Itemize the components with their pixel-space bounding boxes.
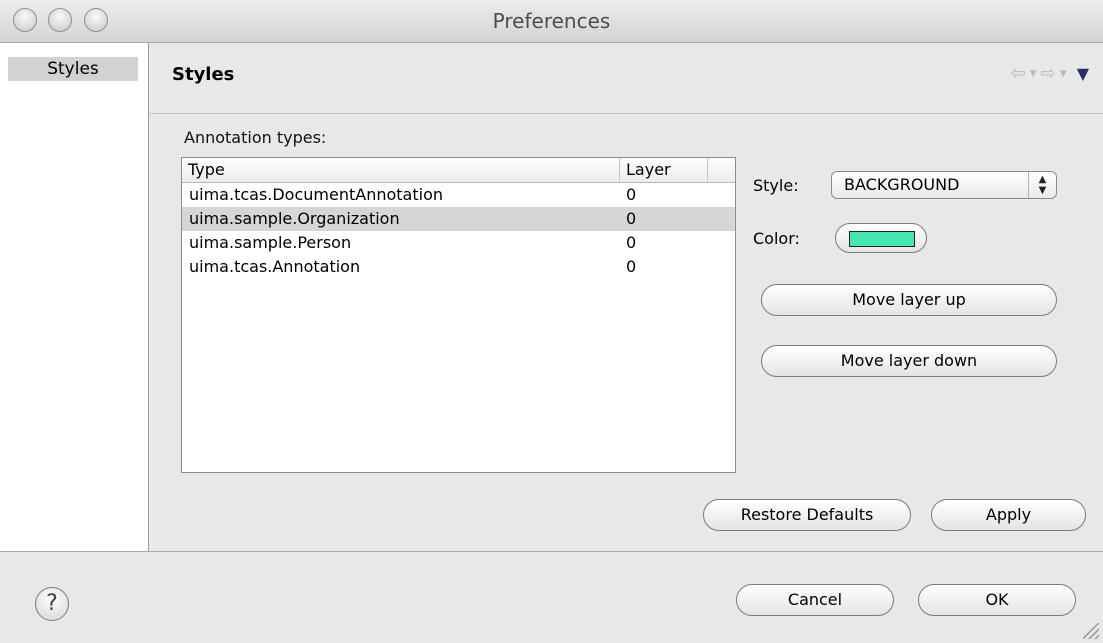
sidebar-item-styles[interactable]: Styles xyxy=(8,57,138,81)
back-arrow-icon[interactable]: ⇦ xyxy=(1011,63,1026,84)
move-layer-down-button[interactable]: Move layer down xyxy=(761,345,1057,377)
annotation-types-table[interactable]: Type Layer uima.tcas.DocumentAnnotation … xyxy=(181,157,736,473)
style-select-value: BACKGROUND xyxy=(844,175,960,194)
table-header: Type Layer xyxy=(182,158,735,183)
back-history-icon[interactable]: ▼ xyxy=(1030,69,1037,79)
apply-button[interactable]: Apply xyxy=(931,499,1086,531)
layer-cell: 0 xyxy=(626,233,637,252)
dialog-footer: ? Cancel OK xyxy=(0,552,1103,643)
select-updown-icon: ▲ ▼ xyxy=(1028,172,1056,198)
column-header-filler xyxy=(708,158,735,182)
layer-cell: 0 xyxy=(626,209,637,228)
type-cell: uima.tcas.Annotation xyxy=(189,257,361,276)
column-header-type[interactable]: Type xyxy=(182,158,620,182)
page-title: Styles xyxy=(172,64,235,85)
preferences-window: Preferences Styles Styles ⇦ ▼ ⇨ ▼ ▼ Anno… xyxy=(0,0,1103,643)
type-cell: uima.tcas.DocumentAnnotation xyxy=(189,185,443,204)
column-header-layer[interactable]: Layer xyxy=(620,158,708,182)
move-layer-up-button[interactable]: Move layer up xyxy=(761,284,1057,316)
forward-history-icon[interactable]: ▼ xyxy=(1060,69,1067,79)
forward-arrow-icon[interactable]: ⇨ xyxy=(1041,63,1056,84)
type-cell: uima.sample.Person xyxy=(189,233,352,252)
cancel-button[interactable]: Cancel xyxy=(736,584,894,616)
ok-button[interactable]: OK xyxy=(918,584,1076,616)
title-bar[interactable]: Preferences xyxy=(0,0,1103,43)
table-row[interactable]: uima.tcas.DocumentAnnotation 0 xyxy=(182,183,735,207)
color-label: Color: xyxy=(753,229,800,248)
color-swatch xyxy=(849,231,915,247)
table-row[interactable]: uima.sample.Person 0 xyxy=(182,231,735,255)
resize-grip-icon[interactable] xyxy=(1083,623,1099,639)
view-menu-icon[interactable]: ▼ xyxy=(1077,64,1089,83)
layer-cell: 0 xyxy=(626,257,637,276)
type-cell: uima.sample.Organization xyxy=(189,209,400,228)
color-picker-button[interactable] xyxy=(835,223,927,253)
style-select[interactable]: BACKGROUND ▲ ▼ xyxy=(831,171,1057,199)
table-row-selected[interactable]: uima.sample.Organization 0 xyxy=(182,207,735,231)
style-label: Style: xyxy=(753,176,799,195)
page-navigation: ⇦ ▼ ⇨ ▼ ▼ xyxy=(1011,63,1089,84)
sidebar: Styles xyxy=(0,43,149,551)
help-icon[interactable]: ? xyxy=(35,587,69,621)
restore-defaults-button[interactable]: Restore Defaults xyxy=(703,499,911,531)
layer-cell: 0 xyxy=(626,185,637,204)
window-title: Preferences xyxy=(492,9,611,33)
annotation-types-label: Annotation types: xyxy=(184,128,327,147)
preference-page: Styles ⇦ ▼ ⇨ ▼ ▼ Annotation types: Type … xyxy=(149,43,1103,551)
table-row[interactable]: uima.tcas.Annotation 0 xyxy=(182,255,735,279)
header-divider xyxy=(149,113,1103,114)
